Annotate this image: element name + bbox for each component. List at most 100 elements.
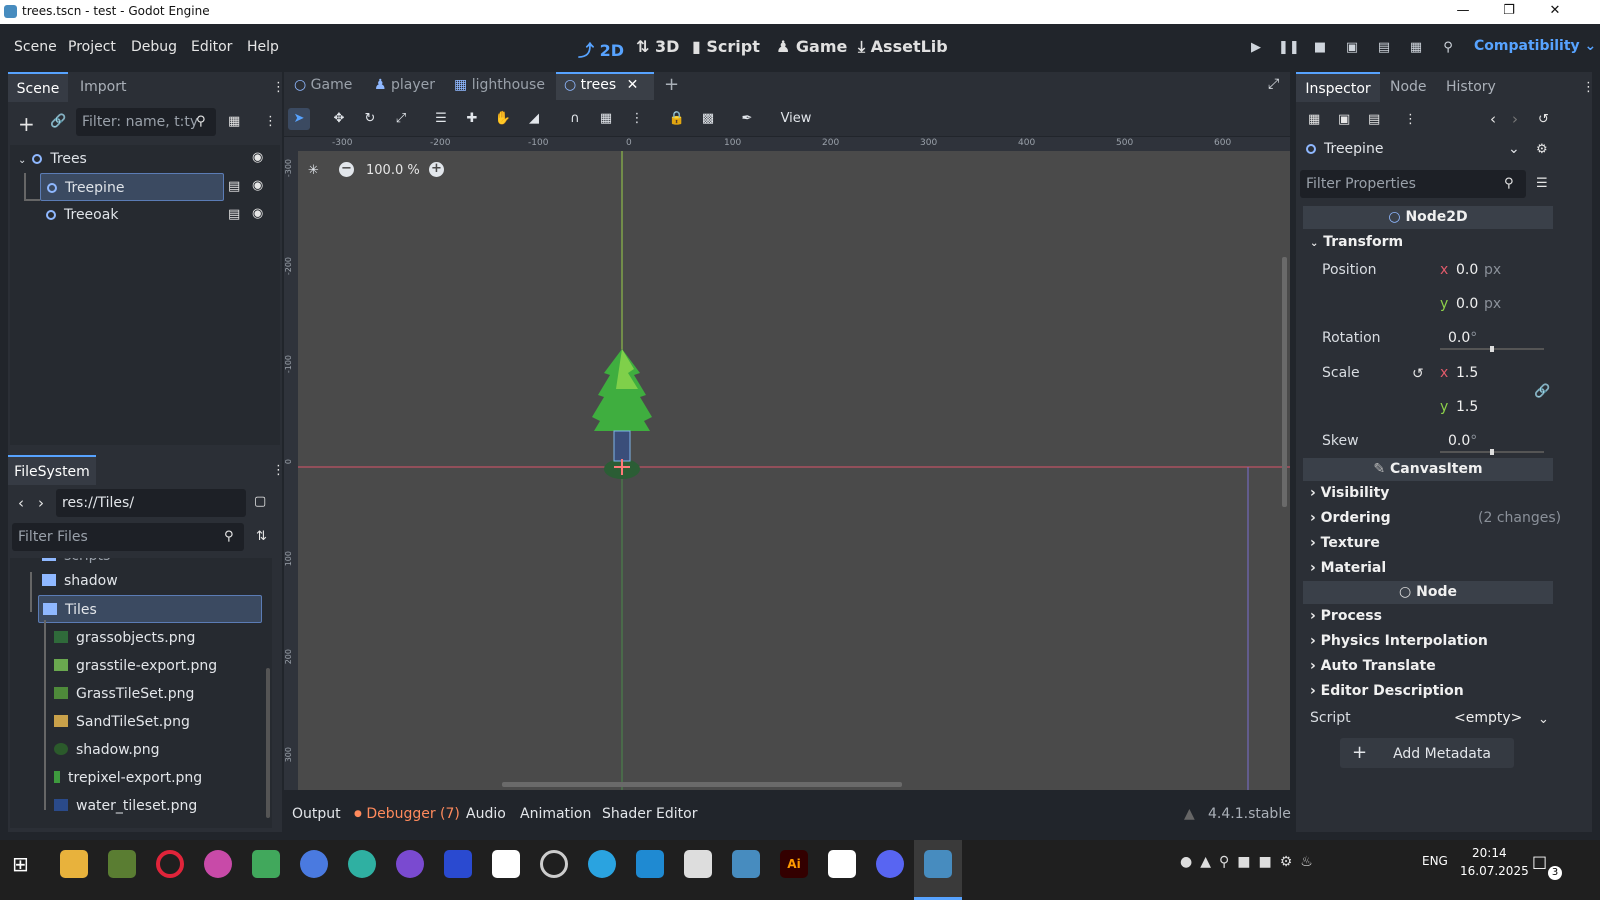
renderer-select[interactable]: Compatibility ⌄ — [1474, 38, 1596, 54]
dock-menu-icon[interactable]: ⋮ — [1582, 80, 1595, 95]
add-node-icon[interactable]: + — [18, 112, 35, 136]
file-item[interactable]: trepixel-export.png — [54, 764, 202, 792]
settings-icon[interactable]: ☰ — [1536, 176, 1548, 191]
discord-icon[interactable] — [876, 850, 904, 878]
tab-audio[interactable]: Audio — [466, 806, 506, 822]
file-item[interactable]: SandTileSet.png — [54, 708, 190, 736]
workspace-3d[interactable]: ⇅ 3D — [636, 37, 679, 56]
skew-slider[interactable] — [1440, 449, 1544, 455]
scene-tab-trees[interactable]: ○ trees ✕ — [556, 72, 654, 100]
illustrator-icon[interactable]: Ai — [780, 850, 808, 878]
chevron-down-icon[interactable]: ⌄ — [1508, 136, 1520, 162]
play-scene-icon[interactable]: ▤ — [1374, 38, 1394, 58]
rotation-slider[interactable] — [1440, 346, 1544, 352]
inspector-filter-input[interactable]: Filter Properties — [1300, 170, 1526, 198]
ruler-mode-icon[interactable]: ◢ — [523, 108, 545, 130]
obs-icon[interactable] — [540, 850, 568, 878]
language-indicator[interactable]: ENG — [1422, 854, 1448, 868]
viber-icon[interactable] — [396, 850, 424, 878]
scene-tab-game[interactable]: ○ Game — [294, 77, 352, 93]
menu-debug[interactable]: Debug — [131, 39, 177, 55]
split-view-icon[interactable]: ▢ — [254, 494, 266, 509]
file-item[interactable]: water_tileset.png — [54, 792, 197, 820]
close-icon[interactable]: ✕ — [1532, 0, 1578, 24]
clapper-icon[interactable]: ▤ — [228, 207, 240, 222]
path-field[interactable]: res://Tiles/ — [56, 489, 246, 517]
workspace-2d[interactable]: ⤴ 2D — [578, 37, 624, 61]
explorer-icon[interactable] — [60, 850, 88, 878]
tab-inspector[interactable]: Inspector — [1296, 72, 1380, 102]
scale-y-value[interactable]: 1.5 — [1456, 399, 1478, 415]
group-process[interactable]: › Process — [1310, 608, 1382, 624]
object-menu-icon[interactable]: ⚙ — [1536, 142, 1548, 157]
scene-tab-player[interactable]: ♟ player — [374, 77, 435, 93]
group-texture[interactable]: › Texture — [1310, 535, 1380, 551]
tree-node-treeoak[interactable]: Treeoak — [46, 201, 224, 229]
folder-tiles[interactable]: Tiles — [38, 595, 262, 623]
firefox-icon[interactable] — [300, 850, 328, 878]
file-scrollbar[interactable] — [266, 668, 270, 818]
tab-history[interactable]: History — [1446, 72, 1496, 102]
tree-node-trees[interactable]: ⌄ Trees — [18, 145, 276, 173]
grid-snap-icon[interactable]: ▦ — [595, 108, 617, 130]
group-visibility[interactable]: › Visibility — [1310, 485, 1389, 501]
tab-scene[interactable]: Scene — [8, 72, 68, 102]
stop-icon[interactable]: ■ — [1310, 38, 1330, 58]
tab-animation[interactable]: Animation — [520, 806, 591, 822]
canvas-viewport[interactable]: -300 -200 -100 0 100 200 300 400 500 600… — [284, 137, 1290, 790]
group-transform[interactable]: ⌄ Transform — [1310, 234, 1403, 250]
back-icon[interactable]: ‹ — [18, 494, 24, 512]
open-folder-icon[interactable]: ▣ — [1338, 112, 1350, 127]
movie-maker-icon[interactable]: ⚲ — [1438, 38, 1458, 58]
visibility-eye-icon[interactable]: ◉ — [252, 206, 263, 221]
tab-import[interactable]: Import — [80, 72, 126, 102]
chevron-down-icon[interactable]: ⌄ — [1538, 712, 1549, 727]
pause-icon[interactable]: ❚❚ — [1278, 38, 1300, 58]
center-view-icon[interactable]: ✳ — [308, 163, 319, 178]
forward-icon[interactable]: › — [38, 494, 44, 512]
position-x-value[interactable]: 0.0 — [1456, 262, 1478, 278]
node-selector[interactable]: Treepine ⌄ — [1300, 136, 1524, 162]
vscode-icon[interactable] — [636, 850, 664, 878]
menu-scene[interactable]: Scene — [14, 39, 57, 55]
tab-shader-editor[interactable]: Shader Editor — [602, 806, 697, 822]
move-mode-icon[interactable]: ✥ — [328, 108, 350, 130]
visibility-eye-icon[interactable]: ◉ — [252, 150, 263, 165]
zoom-level[interactable]: 100.0 % — [366, 163, 420, 178]
tree-node-treepine[interactable]: Treepine — [40, 173, 224, 201]
group-editor-description[interactable]: › Editor Description — [1310, 683, 1464, 699]
play-custom-icon[interactable]: ▦ — [1406, 38, 1426, 58]
group-physics-interpolation[interactable]: › Physics Interpolation — [1310, 633, 1488, 649]
history-forward-icon[interactable]: › — [1512, 110, 1518, 128]
pan-mode-icon[interactable]: ✋ — [492, 108, 514, 130]
clock-time[interactable]: 20:14 — [1472, 846, 1507, 860]
scale-mode-icon[interactable]: ⤢ — [390, 108, 412, 130]
object-history-icon[interactable]: ↺ — [1538, 112, 1549, 127]
file-item[interactable]: shadow.png — [54, 736, 159, 764]
revert-icon[interactable]: ↺ — [1412, 366, 1424, 382]
folder-shadow[interactable]: shadow — [42, 567, 118, 595]
tab-output[interactable]: Output — [292, 806, 341, 822]
workspace-script[interactable]: ▮ Script — [692, 37, 760, 56]
scene-menu-icon[interactable]: ⋮ — [264, 114, 277, 129]
capcut-icon[interactable] — [492, 850, 520, 878]
menu-help[interactable]: Help — [247, 39, 279, 55]
filesystem-filter-input[interactable]: Filter Files — [12, 523, 244, 551]
workspace-assetlib[interactable]: ⤓ AssetLib — [858, 37, 948, 57]
chevron-down-icon[interactable]: ⌄ — [18, 155, 26, 166]
workspace-game[interactable]: ♟ Game — [776, 37, 847, 56]
close-tab-icon[interactable]: ✕ — [627, 77, 639, 93]
telegram-icon[interactable] — [588, 850, 616, 878]
pivot-mode-icon[interactable]: ✚ — [461, 108, 483, 130]
opera-icon[interactable] — [156, 850, 184, 878]
play-icon[interactable]: ▶ — [1246, 38, 1266, 58]
scene-filter-input[interactable]: Filter: name, t:ty — [76, 108, 216, 136]
lock-icon[interactable]: 🔒 — [666, 108, 688, 130]
minimize-icon[interactable]: — — [1440, 0, 1486, 24]
more-icon[interactable]: ⋮ — [1404, 112, 1417, 127]
file-item[interactable]: grasstile-export.png — [54, 652, 217, 680]
visibility-eye-icon[interactable]: ◉ — [252, 178, 263, 193]
paint-icon[interactable] — [204, 850, 232, 878]
unity-icon[interactable] — [684, 850, 712, 878]
zoom-in-icon[interactable]: + — [429, 162, 444, 177]
